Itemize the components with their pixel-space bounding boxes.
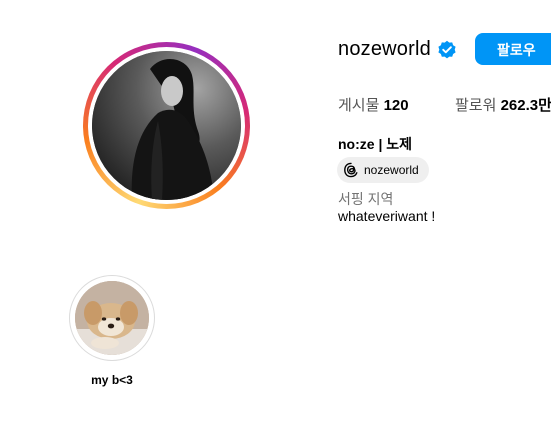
- profile-full-name: no:ze | 노제: [338, 136, 413, 152]
- stat-posts-count: 120: [383, 97, 409, 114]
- avatar-photo: [92, 51, 241, 200]
- profile-category: 서핑 지역: [338, 191, 394, 207]
- threads-handle: nozeworld: [364, 163, 419, 177]
- highlight-cover-dog: [75, 281, 149, 355]
- stat-followers-label: 팔로워: [455, 97, 497, 114]
- highlight-item[interactable]: [69, 275, 155, 361]
- highlight-label: my b<3: [91, 373, 133, 387]
- follow-button[interactable]: 팔로우: [475, 33, 551, 65]
- threads-icon: [344, 162, 358, 178]
- profile-page: nozeworld 팔로우 게시물 120 팔로워 262.3만 no:ze |…: [0, 0, 551, 435]
- avatar-ring-gap: [88, 47, 245, 204]
- stat-posts: 게시물 120: [338, 94, 409, 115]
- highlight-cover: [75, 281, 149, 355]
- threads-link[interactable]: nozeworld: [337, 157, 429, 183]
- profile-bio: whateveriwant !: [338, 208, 436, 224]
- stat-followers[interactable]: 팔로워 262.3만: [455, 94, 551, 115]
- profile-avatar[interactable]: [83, 42, 250, 209]
- avatar-photo-figure: [92, 51, 241, 200]
- stat-followers-count: 262.3만: [500, 97, 551, 114]
- stat-posts-label: 게시물: [338, 97, 380, 114]
- verified-badge-icon: [438, 40, 456, 59]
- profile-username: nozeworld: [338, 38, 431, 60]
